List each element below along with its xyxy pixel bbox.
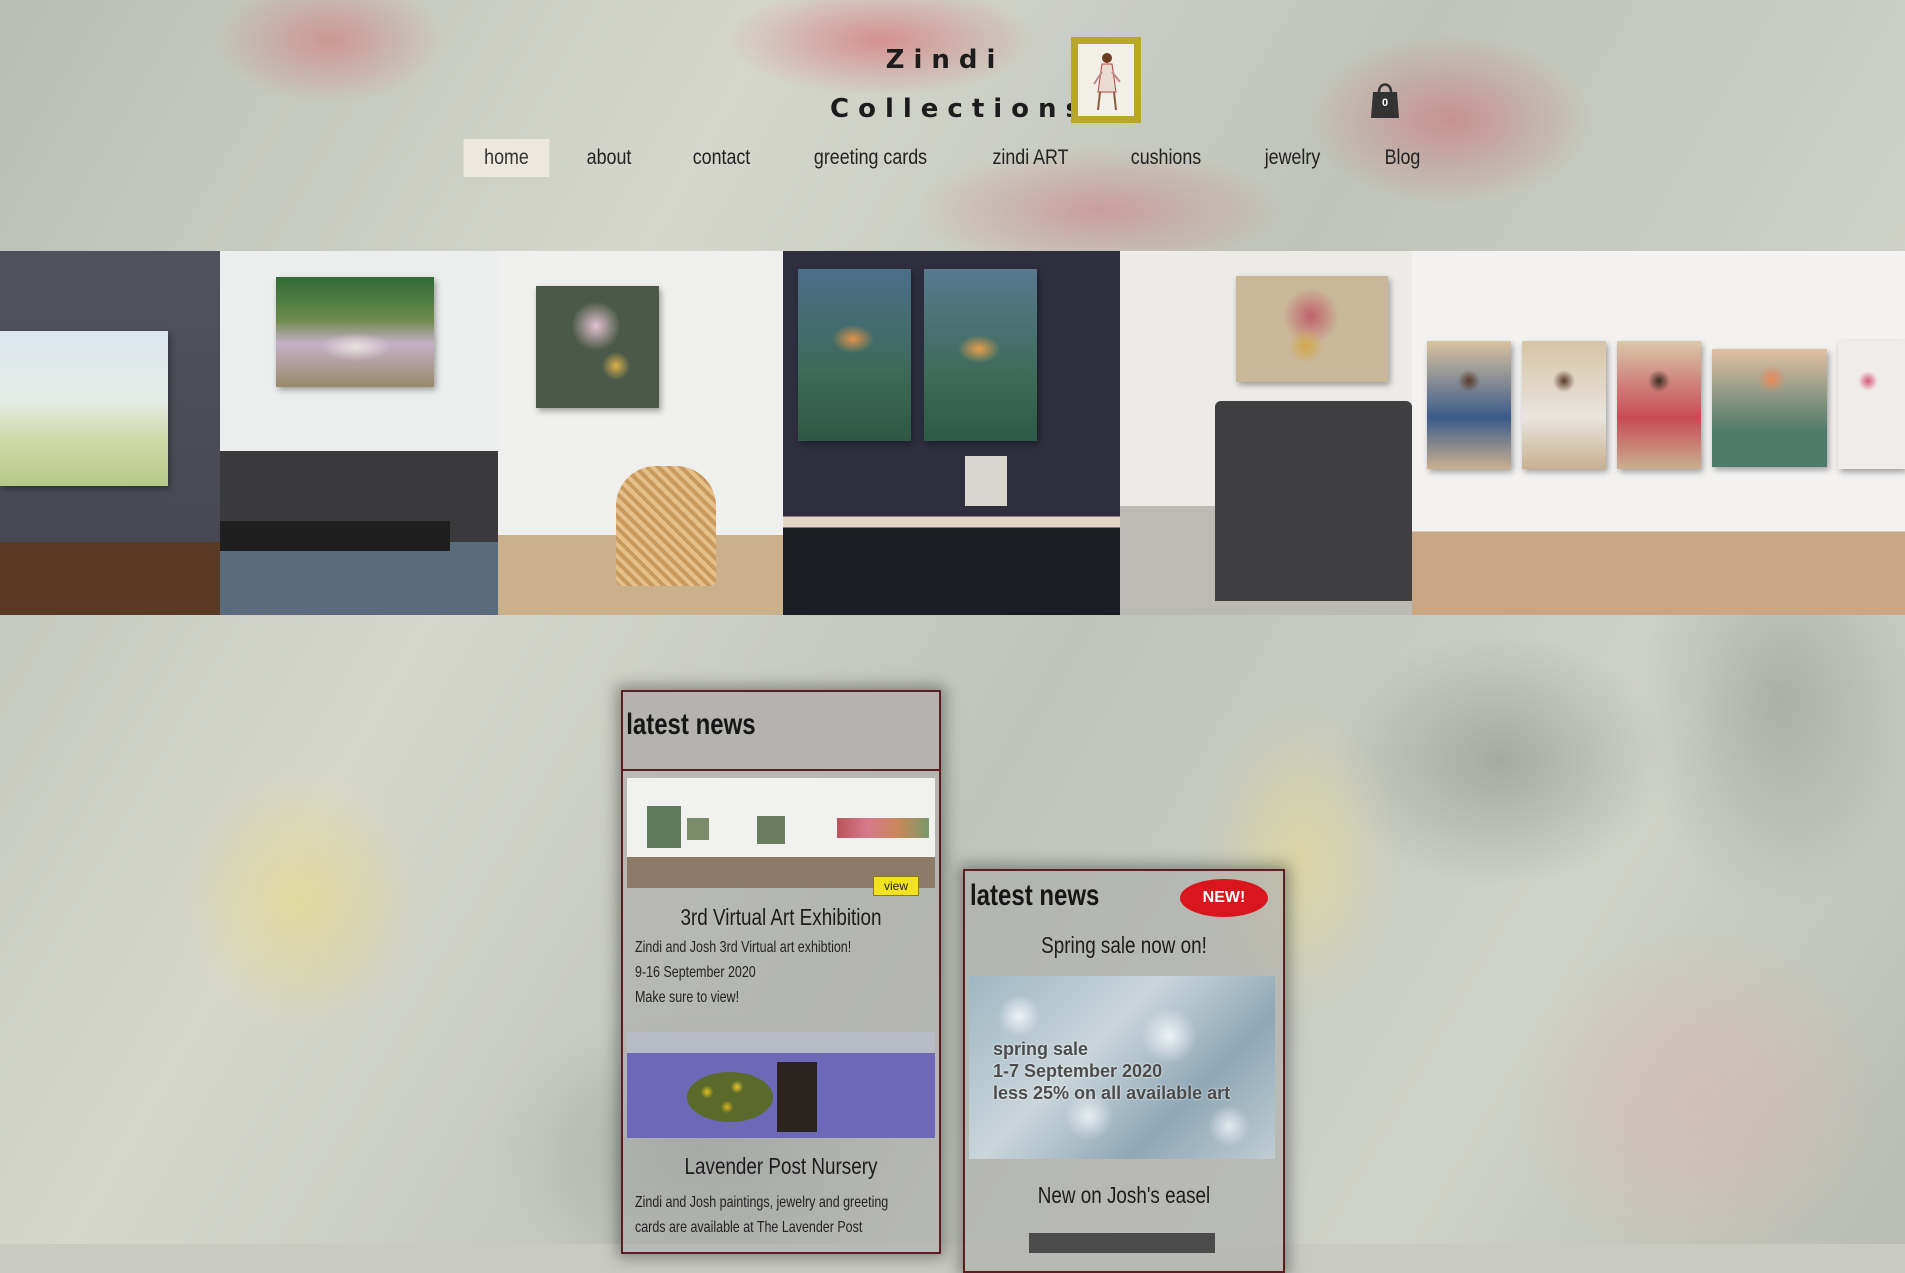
nav-zindi-art[interactable]: zindi ART [970,139,1092,177]
latest-news-panel: latest news view 3rd Virtual Art Exhibit… [621,690,941,1254]
cart-button[interactable]: 0 [1370,80,1400,120]
news-card-text-1: Zindi and Josh 3rd Virtual art exhibtion… [635,935,931,1010]
news-card-title-1[interactable]: 3rd Virtual Art Exhibition [651,904,910,931]
latest-news-title: latest news [626,708,756,741]
site-header: Zindi Collections 0 home about contact g… [0,0,1905,250]
protea-painting [1236,276,1388,382]
flower-vase-painting [536,286,659,408]
room-panel-5[interactable] [1120,251,1412,615]
thumb-painting-1 [647,806,681,848]
child-portrait-1 [1427,341,1511,469]
nav-blog[interactable]: Blog [1362,139,1443,177]
nav-greeting-cards[interactable]: greeting cards [795,139,945,177]
news-card-2-line-2: cards are available at The Lavender Post [635,1219,863,1236]
room-panel-3[interactable] [498,251,783,615]
nav-contact[interactable]: contact [670,139,773,177]
nav-jewelry[interactable]: jewelry [1239,139,1345,177]
latest-news-header: latest news [623,692,939,771]
nav-cushions[interactable]: cushions [1112,139,1221,177]
spring-sale-image[interactable]: spring sale 1-7 September 2020 less 25% … [969,976,1275,1159]
news-card-2-line-1: Zindi and Josh paintings, jewelry and gr… [635,1194,889,1211]
news-card-text-2: Zindi and Josh paintings, jewelry and gr… [635,1190,931,1240]
news-card-title-2[interactable]: Lavender Post Nursery [651,1153,910,1180]
brand-name[interactable]: Zindi Collections [830,36,1091,134]
news-card-1-line-2: 9-16 September 2020 [635,964,756,981]
spring-sale-panel: latest news NEW! Spring sale now on! spr… [963,869,1285,1273]
rattan-chair [616,466,716,586]
josh-easel-thumbnail[interactable] [1029,1233,1215,1253]
bird-of-paradise-painting-left [798,269,911,441]
virtual-exhibition-thumbnail[interactable] [627,778,935,888]
new-badge: NEW! [1180,879,1268,917]
room-panel-6[interactable] [1412,251,1905,615]
news-card-1-line-3: Make sure to view! [635,989,740,1006]
bird-of-paradise-painting-right [924,269,1037,441]
cart-count: 0 [1381,97,1389,109]
main-nav: home about contact greeting cards zindi … [456,139,1450,179]
thumb-pansy-basket [687,1072,773,1122]
room-panel-2[interactable] [220,251,498,615]
sale-line-1: spring sale [993,1039,1089,1059]
room-panel-1[interactable] [0,251,220,615]
plant-pot [965,456,1007,506]
brand-logo[interactable] [1071,37,1141,123]
sleeping-dog-painting [276,277,434,387]
room-panel-4[interactable] [783,251,1120,615]
aloe-painting [1712,349,1827,467]
thumb-painting-2 [687,818,709,840]
lavender-post-thumbnail[interactable] [627,1032,935,1138]
child-portrait-3 [1617,341,1701,469]
pink-blossom-painting [1838,341,1905,469]
thumb-painting-3 [757,816,785,844]
bed [1215,401,1412,601]
spring-sale-panel-title: latest news [970,879,1100,912]
meadow-painting [0,331,168,486]
nav-about[interactable]: about [565,139,653,177]
spring-sale-headline[interactable]: Spring sale now on! [994,932,1255,959]
news-card-1-line-1: Zindi and Josh 3rd Virtual art exhibtion… [635,939,852,956]
josh-easel-headline[interactable]: New on Josh's easel [994,1182,1255,1209]
brand-line-1: Zindi [885,45,1005,75]
thumb-door [777,1062,817,1132]
nav-home[interactable]: home [463,139,550,177]
sale-line-3: less 25% on all available art [993,1083,1231,1103]
thumb-painting-row [837,818,929,838]
sale-line-2: 1-7 September 2020 [993,1061,1163,1081]
spring-sale-overlay: spring sale 1-7 September 2020 less 25% … [993,1038,1230,1104]
coffee-table [220,521,450,551]
child-portrait-2 [1522,341,1606,469]
brand-line-2: Collections [830,94,1091,124]
figure-painting-icon [1093,53,1121,111]
view-badge[interactable]: view [873,876,919,896]
